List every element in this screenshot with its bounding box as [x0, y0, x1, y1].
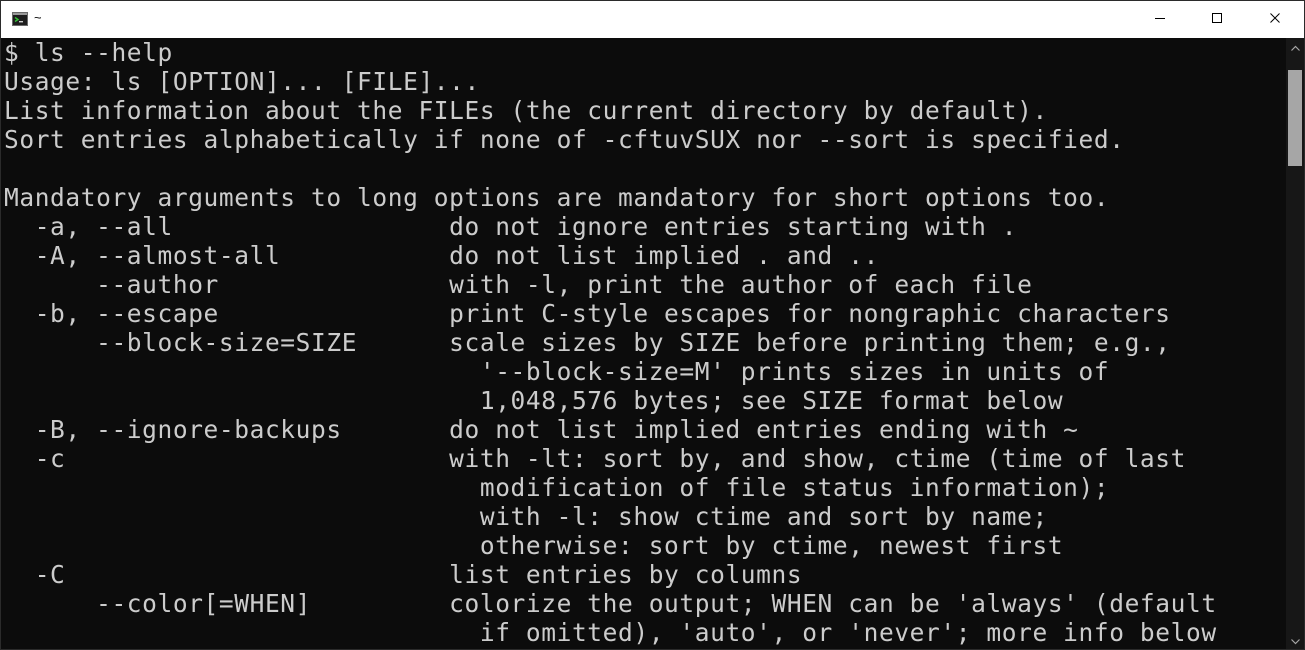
maximize-icon — [1211, 11, 1223, 29]
terminal-line: --color[=WHEN] colorize the output; WHEN… — [4, 589, 1217, 618]
terminal-text: $ ls --help Usage: ls [OPTION]... [FILE].… — [1, 38, 1286, 647]
terminal-line: with -l: show ctime and sort by name; — [4, 502, 1048, 531]
terminal-line: Mandatory arguments to long options are … — [4, 183, 1110, 212]
terminal-line: -c with -lt: sort by, and show, ctime (t… — [4, 444, 1186, 473]
close-button[interactable] — [1246, 1, 1304, 38]
terminal-line: 1,048,576 bytes; see SIZE format below — [4, 386, 1064, 415]
terminal-output[interactable]: $ ls --help Usage: ls [OPTION]... [FILE].… — [1, 38, 1286, 649]
minimize-icon — [1154, 11, 1166, 29]
terminal-line: --block-size=SIZE scale sizes by SIZE be… — [4, 328, 1171, 357]
scroll-down-button[interactable] — [1286, 632, 1304, 649]
title-bar[interactable]: ~ — [1, 1, 1304, 38]
terminal-line: '--block-size=M' prints sizes in units o… — [4, 357, 1110, 386]
chevron-down-icon — [1290, 632, 1300, 650]
terminal-line: if omitted), 'auto', or 'never'; more in… — [4, 618, 1217, 647]
terminal-line: -b, --escape print C-style escapes for n… — [4, 299, 1171, 328]
terminal-icon[interactable] — [12, 12, 28, 26]
close-icon — [1269, 11, 1281, 29]
scroll-up-button[interactable] — [1286, 38, 1304, 55]
terminal-line: $ ls --help — [4, 38, 173, 67]
maximize-button[interactable] — [1188, 1, 1246, 38]
terminal-window: ~ $ ls --help Usage: ls [OPTION]... [FILE… — [0, 0, 1305, 650]
chevron-up-icon — [1290, 38, 1300, 56]
terminal-line: Usage: ls [OPTION]... [FILE]... — [4, 67, 480, 96]
terminal-line: -C list entries by columns — [4, 560, 803, 589]
terminal-line: -B, --ignore-backups do not list implied… — [4, 415, 1079, 444]
terminal-line: modification of file status information)… — [4, 473, 1110, 502]
terminal-line: -A, --almost-all do not list implied . a… — [4, 241, 879, 270]
terminal-line: otherwise: sort by ctime, newest first — [4, 531, 1064, 560]
minimize-button[interactable] — [1131, 1, 1189, 38]
vertical-scrollbar[interactable] — [1286, 38, 1304, 649]
terminal-line: Sort entries alphabetically if none of -… — [4, 125, 1125, 154]
window-title: ~ — [34, 10, 42, 25]
terminal-line: --author with -l, print the author of ea… — [4, 270, 1033, 299]
scroll-thumb[interactable] — [1288, 70, 1302, 166]
terminal-line: -a, --all do not ignore entries starting… — [4, 212, 1018, 241]
terminal-line: List information about the FILEs (the cu… — [4, 96, 1048, 125]
